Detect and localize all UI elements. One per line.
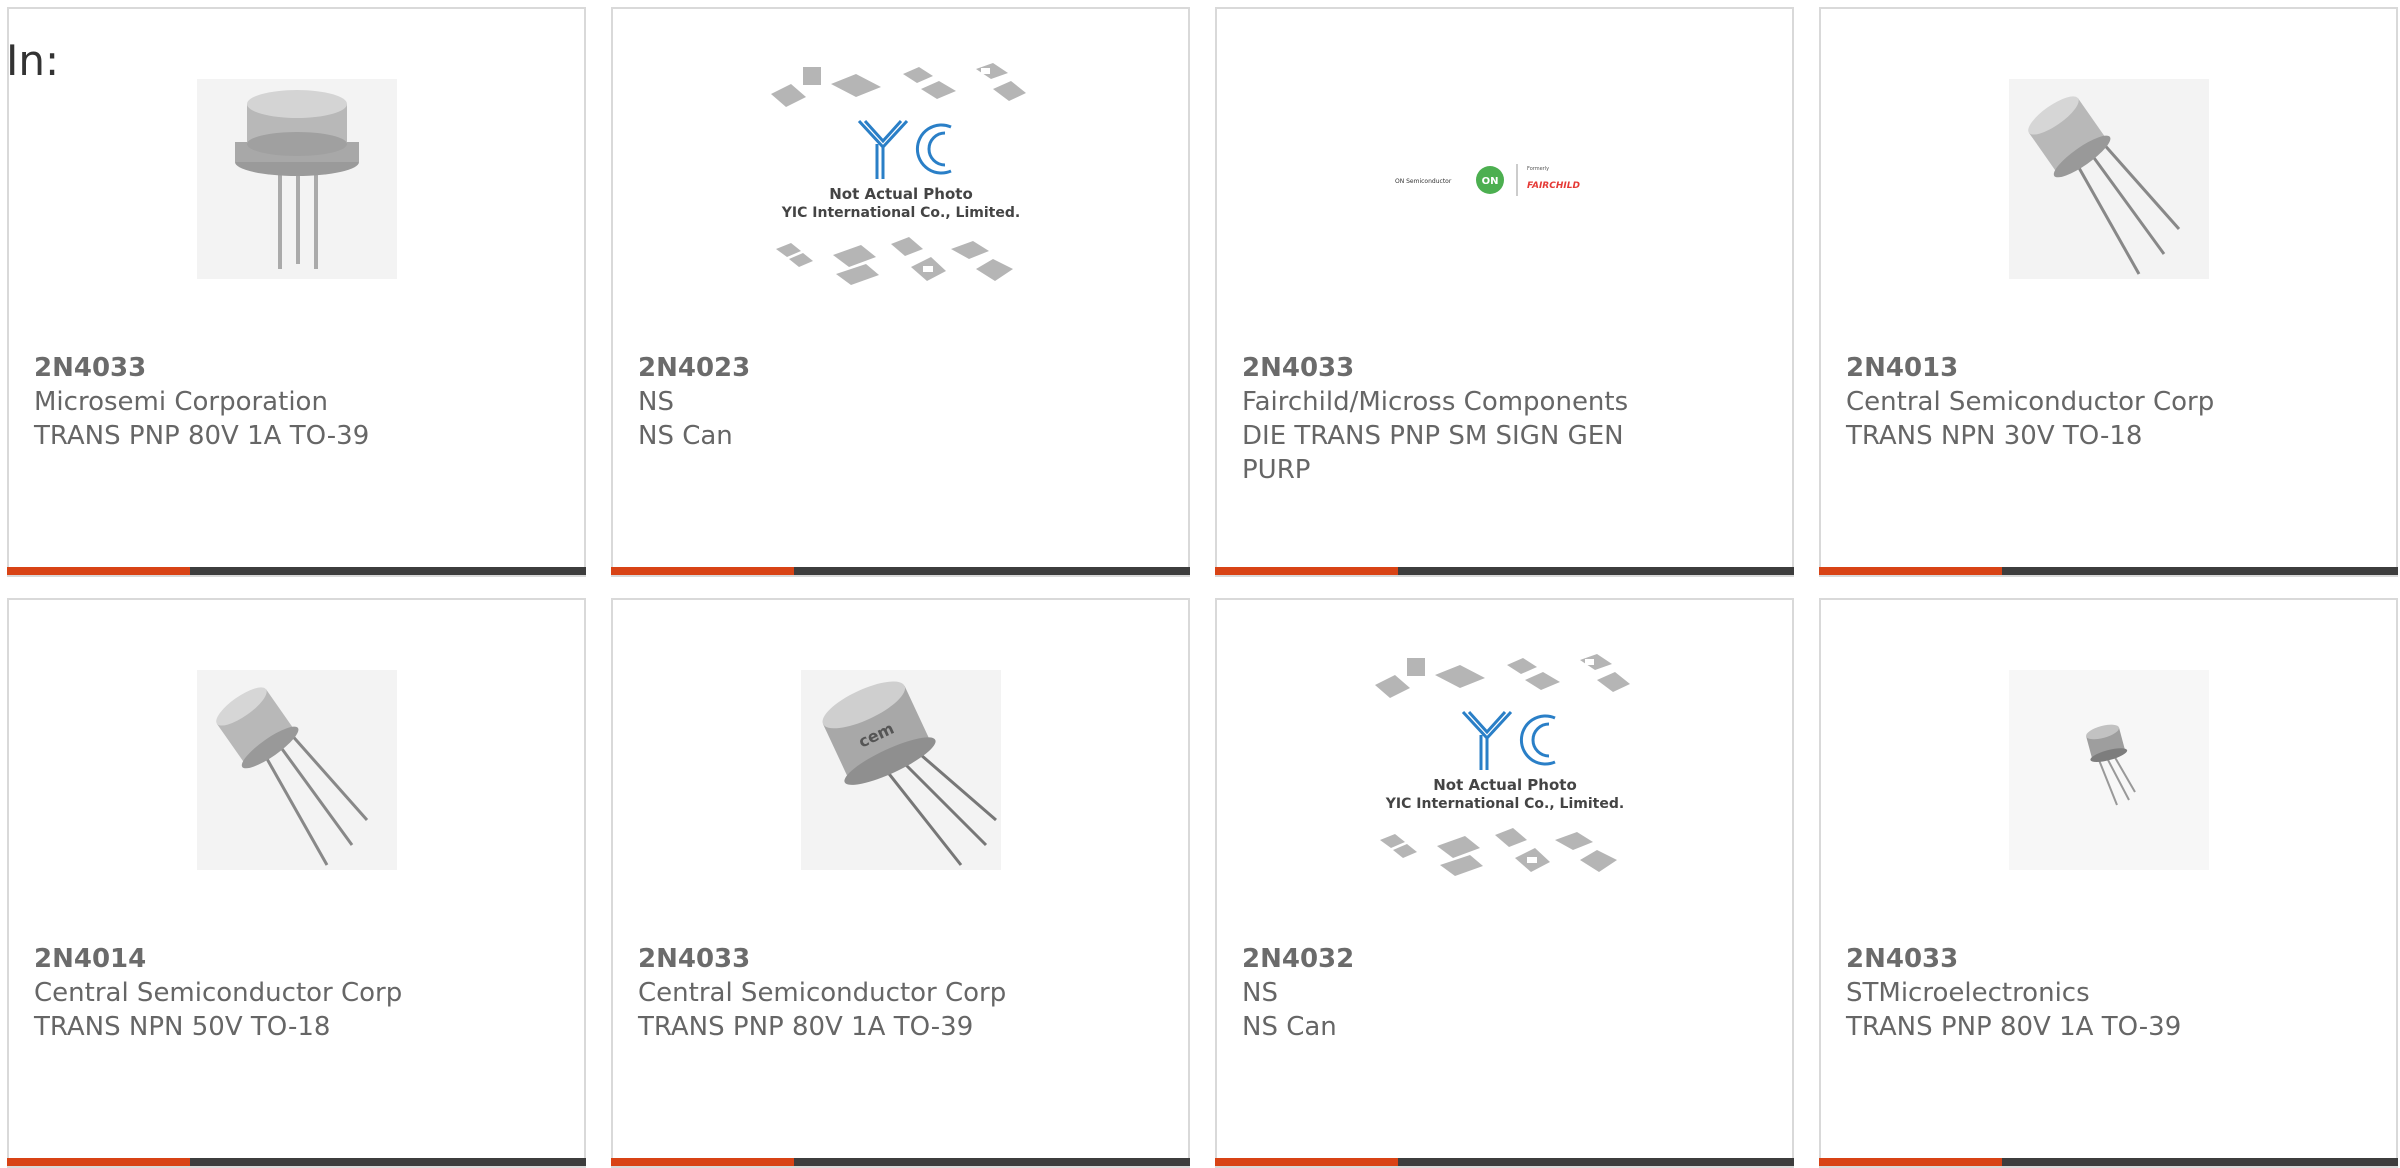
product-image[interactable] <box>9 640 584 900</box>
card-bar <box>7 567 586 575</box>
caption-line2: YIC International Co., Limited. <box>1384 796 1623 812</box>
manufacturer: Central Semiconductor Corp <box>34 978 403 1008</box>
product-image[interactable]: ON Semiconductor ON Formerly FAIRCHILD <box>1217 49 1792 309</box>
transistor-photo-icon <box>196 79 397 279</box>
description: TRANS NPN 50V TO-18 <box>34 1012 331 1042</box>
description: TRANS NPN 30V TO-18 <box>1846 421 2143 451</box>
svg-text:ON: ON <box>1481 176 1498 187</box>
part-number[interactable]: 2N4033 <box>638 942 1068 976</box>
card-bar <box>1215 1158 1794 1166</box>
caption-line2: YIC International Co., Limited. <box>780 205 1019 221</box>
logo-text-formerly: Formerly <box>1527 166 1549 172</box>
card-bar <box>1819 567 2398 575</box>
card-bar <box>1819 1158 2398 1166</box>
product-card[interactable]: 2N4033 Microsemi Corporation TRANS PNP 8… <box>7 7 586 577</box>
caption-line1: Not Actual Photo <box>1433 776 1577 794</box>
manufacturer-logo-icon: ON Semiconductor ON Formerly FAIRCHILD <box>1395 164 1580 196</box>
logo-text: ON Semiconductor <box>1395 178 1452 185</box>
manufacturer: STMicroelectronics <box>1846 978 2090 1008</box>
product-image[interactable]: cem <box>613 640 1188 900</box>
product-grid: 2N4033 Microsemi Corporation TRANS PNP 8… <box>7 7 2400 1168</box>
product-image[interactable] <box>1821 640 2396 900</box>
description: TRANS PNP 80V 1A TO-39 <box>34 421 370 451</box>
part-number[interactable]: 2N4033 <box>1242 351 1672 385</box>
part-number[interactable]: 2N4032 <box>1242 942 1672 976</box>
transistor-photo-icon: cem <box>800 670 1001 870</box>
product-image[interactable] <box>9 49 584 309</box>
manufacturer: NS <box>1242 978 1278 1008</box>
product-card[interactable]: 2N4013 Central Semiconductor Corp TRANS … <box>1819 7 2398 577</box>
product-card[interactable]: Not Actual Photo YIC International Co., … <box>1215 598 1794 1168</box>
product-card[interactable]: 2N4014 Central Semiconductor Corp TRANS … <box>7 598 586 1168</box>
product-card[interactable]: 2N4033 STMicroelectronics TRANS PNP 80V … <box>1819 598 2398 1168</box>
manufacturer: Fairchild/Micross Components <box>1242 387 1629 417</box>
description: DIE TRANS PNP SM SIGN GEN PURP <box>1242 421 1624 485</box>
card-bar <box>611 1158 1190 1166</box>
part-number[interactable]: 2N4014 <box>34 942 464 976</box>
manufacturer: NS <box>638 387 674 417</box>
part-number[interactable]: 2N4023 <box>638 351 1068 385</box>
caption-line1: Not Actual Photo <box>829 185 973 203</box>
description: TRANS PNP 80V 1A TO-39 <box>638 1012 974 1042</box>
page-label: In: <box>6 36 60 85</box>
card-bar <box>7 1158 586 1166</box>
card-bar <box>611 567 1190 575</box>
product-image[interactable] <box>1821 49 2396 309</box>
logo-text-fairchild: FAIRCHILD <box>1527 181 1580 191</box>
yic-placeholder-icon: Not Actual Photo YIC International Co., … <box>770 63 1026 285</box>
yic-placeholder-icon: Not Actual Photo YIC International Co., … <box>1374 654 1630 876</box>
transistor-photo-icon <box>196 670 397 870</box>
product-card[interactable]: cem 2N4033 Central Semiconductor Corp TR… <box>611 598 1190 1168</box>
transistor-photo-icon <box>2008 670 2209 870</box>
description: NS Can <box>638 421 733 451</box>
product-image[interactable]: Not Actual Photo YIC International Co., … <box>613 49 1188 309</box>
product-card[interactable]: ON Semiconductor ON Formerly FAIRCHILD 2… <box>1215 7 1794 577</box>
description: TRANS PNP 80V 1A TO-39 <box>1846 1012 2182 1042</box>
part-number[interactable]: 2N4033 <box>34 351 464 385</box>
part-number[interactable]: 2N4033 <box>1846 942 2276 976</box>
part-number[interactable]: 2N4013 <box>1846 351 2276 385</box>
product-image[interactable]: Not Actual Photo YIC International Co., … <box>1217 640 1792 900</box>
manufacturer: Central Semiconductor Corp <box>1846 387 2215 417</box>
transistor-photo-icon <box>2008 79 2209 279</box>
product-card[interactable]: Not Actual Photo YIC International Co., … <box>611 7 1190 577</box>
manufacturer: Microsemi Corporation <box>34 387 328 417</box>
card-bar <box>1215 567 1794 575</box>
manufacturer: Central Semiconductor Corp <box>638 978 1007 1008</box>
description: NS Can <box>1242 1012 1337 1042</box>
